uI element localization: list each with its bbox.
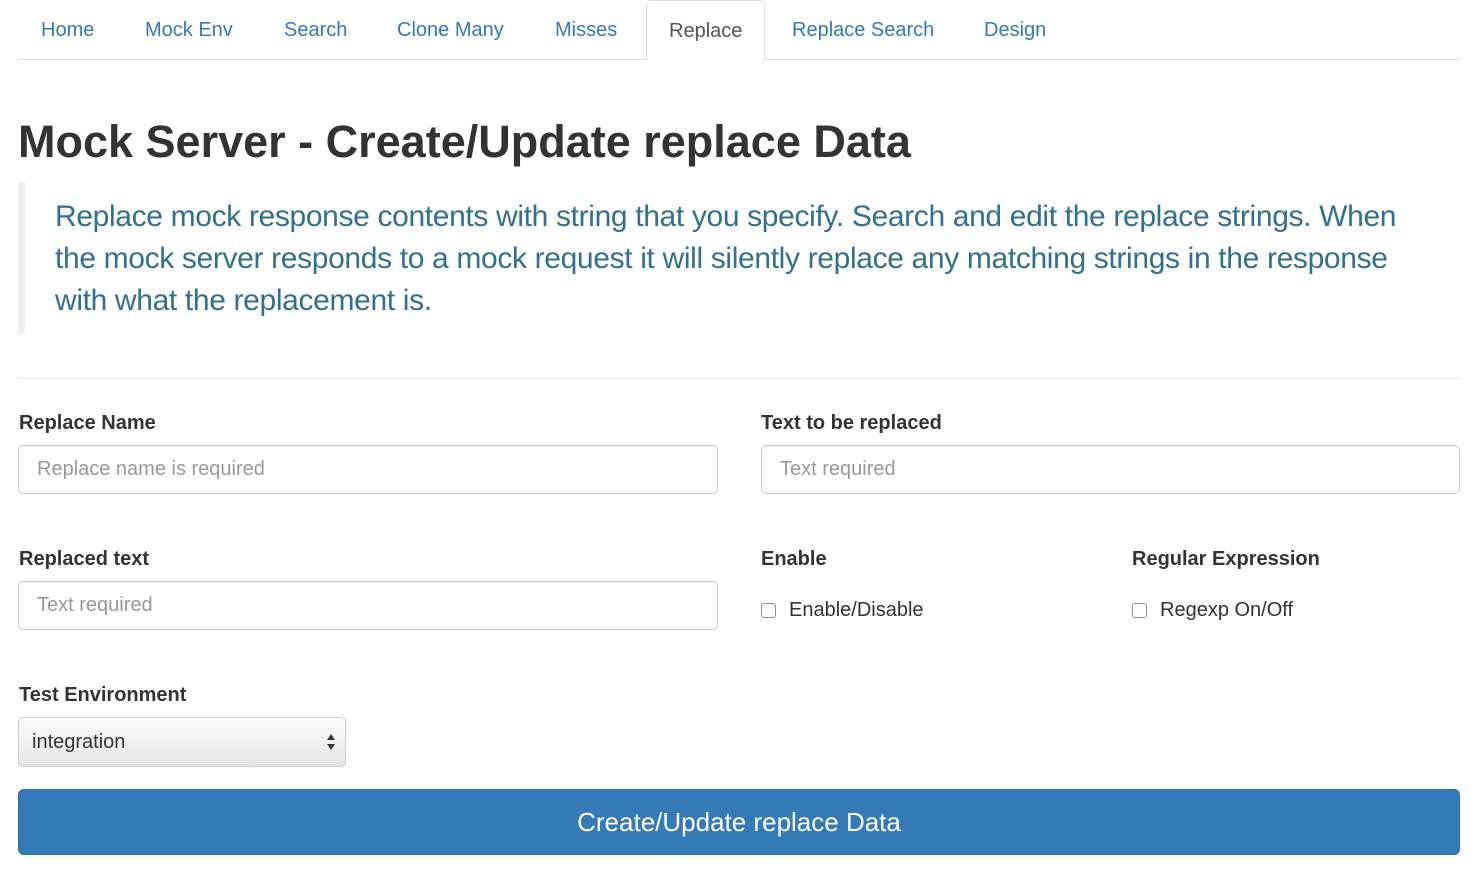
enable-checkbox-label: Enable/Disable (789, 598, 924, 621)
enable-checkbox[interactable] (761, 602, 776, 618)
divider (18, 378, 1460, 379)
description-blockquote: Replace mock response contents with stri… (18, 182, 1438, 334)
tab-misses[interactable]: Misses (555, 0, 617, 60)
replace-name-input[interactable] (18, 445, 718, 494)
select-arrows-icon (327, 734, 335, 750)
regexp-checkbox-label: Regexp On/Off (1160, 598, 1294, 621)
create-update-button[interactable]: Create/Update replace Data (18, 789, 1460, 855)
tab-home[interactable]: Home (41, 0, 94, 60)
tab-replace[interactable]: Replace (646, 0, 766, 61)
test-environment-label: Test Environment (19, 684, 187, 706)
tab-clone-many[interactable]: Clone Many (397, 0, 504, 60)
enable-label: Enable (761, 548, 827, 570)
tab-search[interactable]: Search (284, 0, 347, 60)
tab-design[interactable]: Design (984, 0, 1046, 60)
replaced-text-input[interactable] (18, 581, 718, 630)
replaced-text-label: Replaced text (19, 548, 150, 570)
text-to-replace-label: Text to be replaced (761, 412, 942, 434)
nav-tabs: Home Mock Env Search Clone Many Misses R… (18, 0, 1460, 61)
page-title: Mock Server - Create/Update replace Data (18, 116, 911, 167)
regexp-checkbox-row[interactable]: Regexp On/Off (1132, 597, 1293, 623)
regexp-checkbox[interactable] (1132, 602, 1147, 618)
tab-replace-search[interactable]: Replace Search (792, 0, 934, 60)
enable-checkbox-row[interactable]: Enable/Disable (761, 597, 924, 623)
test-environment-select[interactable]: integration (18, 717, 346, 767)
regexp-label: Regular Expression (1132, 548, 1320, 570)
test-environment-selected: integration (32, 731, 126, 753)
replace-name-label: Replace Name (19, 412, 156, 434)
description-text: Replace mock response contents with stri… (55, 200, 1397, 317)
text-to-replace-input[interactable] (761, 445, 1460, 494)
tab-mock-env[interactable]: Mock Env (145, 0, 233, 60)
